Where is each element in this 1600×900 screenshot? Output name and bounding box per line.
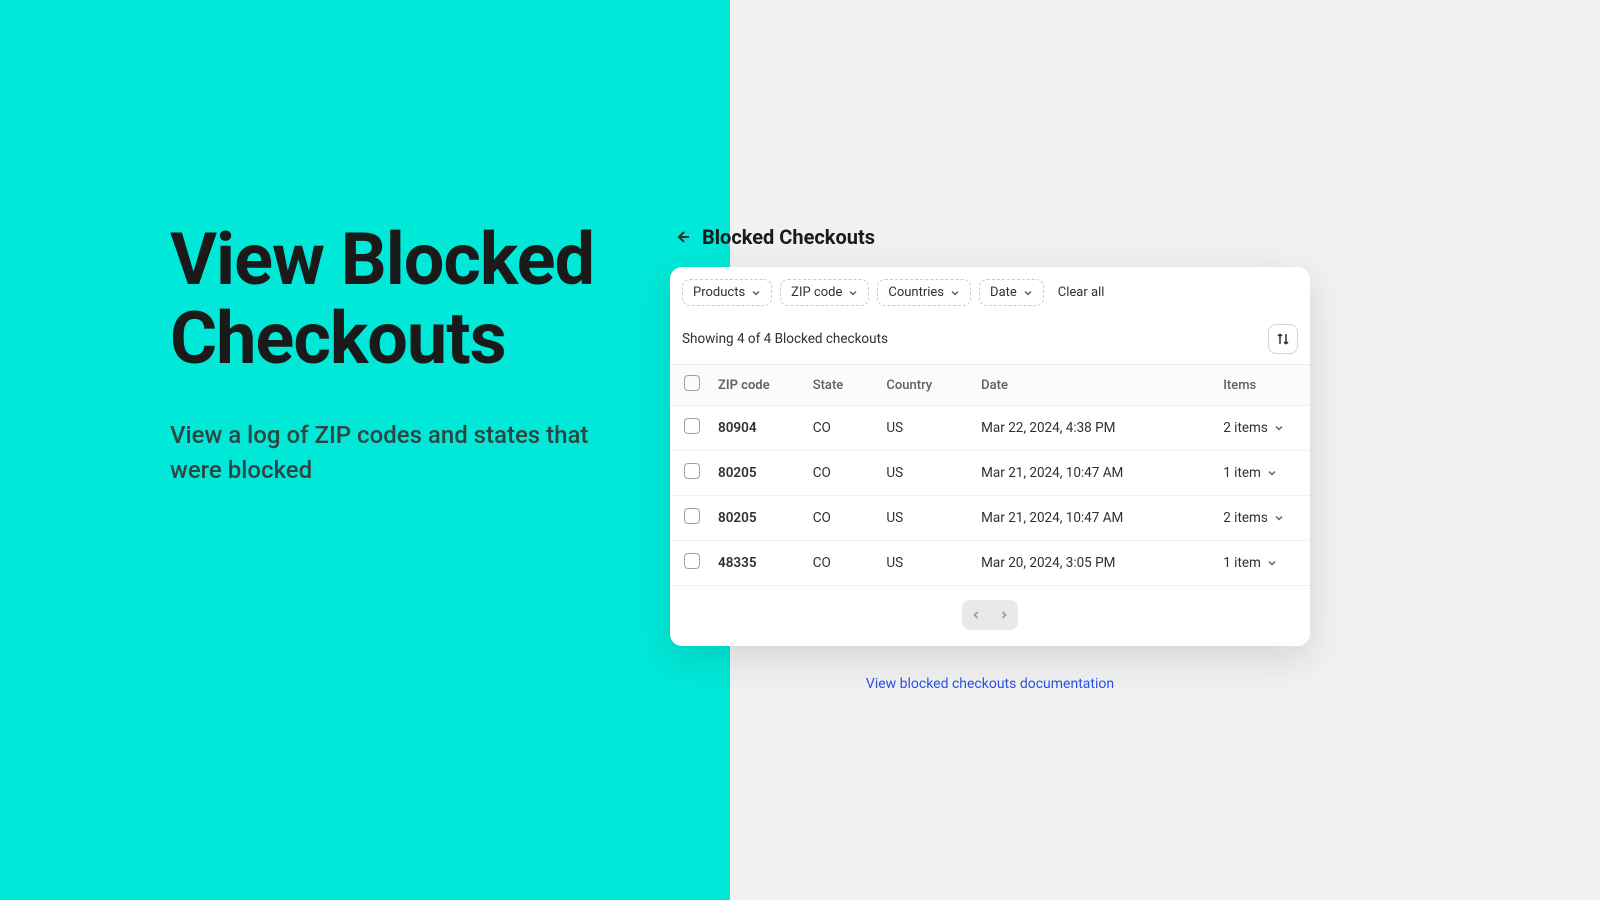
items-expand[interactable]: 2 items — [1223, 420, 1302, 436]
documentation-link[interactable]: View blocked checkouts documentation — [670, 676, 1310, 692]
col-header-state[interactable]: State — [805, 365, 879, 406]
cell-zip: 48335 — [710, 541, 805, 586]
back-arrow-icon[interactable] — [674, 229, 690, 245]
row-checkbox[interactable] — [684, 508, 700, 524]
table-row[interactable]: 80205 CO US Mar 21, 2024, 10:47 AM 2 ite… — [670, 496, 1310, 541]
sort-button[interactable] — [1268, 324, 1298, 354]
filter-countries-label: Countries — [888, 285, 944, 300]
items-expand[interactable]: 2 items — [1223, 510, 1302, 526]
chevron-down-icon — [848, 288, 858, 298]
next-page-button[interactable] — [994, 606, 1014, 624]
cell-state: CO — [805, 451, 879, 496]
filter-zip-label: ZIP code — [791, 285, 842, 300]
sort-icon — [1276, 332, 1290, 346]
chevron-down-icon — [1274, 423, 1284, 433]
cell-date: Mar 21, 2024, 10:47 AM — [973, 496, 1215, 541]
chevron-down-icon — [1267, 558, 1277, 568]
prev-page-button[interactable] — [966, 606, 986, 624]
cell-items: 2 items — [1223, 420, 1268, 436]
filter-date[interactable]: Date — [979, 279, 1044, 306]
col-header-country[interactable]: Country — [878, 365, 973, 406]
cell-items: 1 item — [1223, 465, 1261, 481]
items-expand[interactable]: 1 item — [1223, 465, 1302, 481]
hero-subtitle: View a log of ZIP codes and states that … — [170, 418, 590, 488]
filter-products[interactable]: Products — [682, 279, 772, 306]
results-count: Showing 4 of 4 Blocked checkouts — [682, 331, 888, 347]
cell-state: CO — [805, 541, 879, 586]
chevron-left-icon — [971, 610, 981, 620]
filter-products-label: Products — [693, 285, 745, 300]
cell-items: 1 item — [1223, 555, 1261, 571]
select-all-checkbox[interactable] — [684, 375, 700, 391]
row-checkbox[interactable] — [684, 553, 700, 569]
cell-country: US — [878, 541, 973, 586]
blocked-checkouts-card: Products ZIP code Countries Date — [670, 267, 1310, 646]
clear-all-button[interactable]: Clear all — [1058, 285, 1105, 300]
cell-state: CO — [805, 406, 879, 451]
pagination — [670, 586, 1310, 646]
table-row[interactable]: 80904 CO US Mar 22, 2024, 4:38 PM 2 item… — [670, 406, 1310, 451]
chevron-down-icon — [1267, 468, 1277, 478]
col-header-items[interactable]: Items — [1215, 365, 1310, 406]
cell-date: Mar 21, 2024, 10:47 AM — [973, 451, 1215, 496]
chevron-down-icon — [751, 288, 761, 298]
blocked-checkouts-table: ZIP code State Country Date Items 80904 … — [670, 364, 1310, 586]
cell-zip: 80904 — [710, 406, 805, 451]
row-checkbox[interactable] — [684, 418, 700, 434]
filter-bar: Products ZIP code Countries Date — [670, 267, 1310, 316]
cell-country: US — [878, 451, 973, 496]
hero-panel: View Blocked Checkouts View a log of ZIP… — [0, 0, 730, 900]
cell-items: 2 items — [1223, 510, 1268, 526]
table-row[interactable]: 48335 CO US Mar 20, 2024, 3:05 PM 1 item — [670, 541, 1310, 586]
cell-date: Mar 20, 2024, 3:05 PM — [973, 541, 1215, 586]
col-header-date[interactable]: Date — [973, 365, 1215, 406]
filter-date-label: Date — [990, 285, 1017, 300]
chevron-down-icon — [1023, 288, 1033, 298]
cell-country: US — [878, 496, 973, 541]
items-expand[interactable]: 1 item — [1223, 555, 1302, 571]
app-panel: Blocked Checkouts Products ZIP code Coun… — [730, 0, 1600, 900]
hero-title: View Blocked Checkouts — [170, 220, 650, 378]
chevron-right-icon — [999, 610, 1009, 620]
col-header-zip[interactable]: ZIP code — [710, 365, 805, 406]
table-row[interactable]: 80205 CO US Mar 21, 2024, 10:47 AM 1 ite… — [670, 451, 1310, 496]
filter-countries[interactable]: Countries — [877, 279, 971, 306]
cell-country: US — [878, 406, 973, 451]
page-title: Blocked Checkouts — [702, 225, 875, 249]
row-checkbox[interactable] — [684, 463, 700, 479]
cell-date: Mar 22, 2024, 4:38 PM — [973, 406, 1215, 451]
chevron-down-icon — [950, 288, 960, 298]
filter-zip[interactable]: ZIP code — [780, 279, 869, 306]
cell-zip: 80205 — [710, 496, 805, 541]
chevron-down-icon — [1274, 513, 1284, 523]
cell-state: CO — [805, 496, 879, 541]
cell-zip: 80205 — [710, 451, 805, 496]
